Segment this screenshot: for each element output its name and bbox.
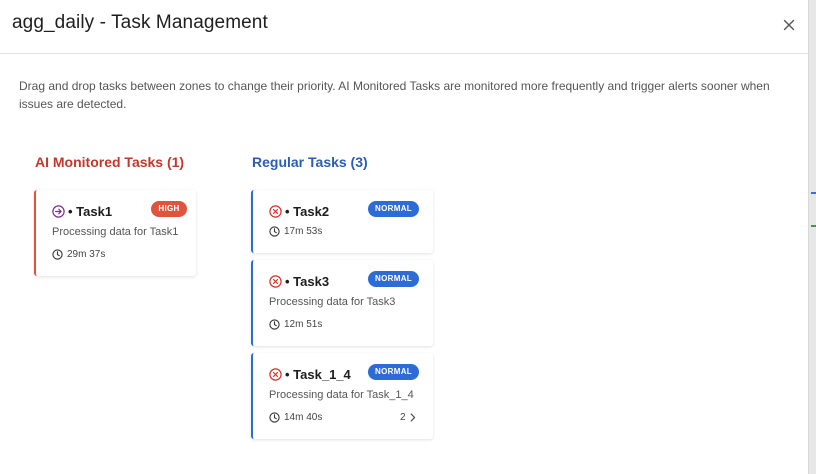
regular-column-title: Regular Tasks (3) xyxy=(252,154,368,170)
task-card-task-1-4[interactable]: • Task_1_4 NORMAL Processing data for Ta… xyxy=(251,353,433,439)
priority-badge: NORMAL xyxy=(368,201,419,217)
task-card-task2[interactable]: • Task2 NORMAL 17m 53s xyxy=(251,190,433,253)
task-name-text: Task1 xyxy=(76,204,113,219)
dialog-description: Drag and drop tasks between zones to cha… xyxy=(19,79,770,111)
task-description: Processing data for Task3 xyxy=(269,296,396,308)
task-name-text: Task2 xyxy=(293,204,330,219)
duration-text: 29m 37s xyxy=(67,249,106,260)
task-duration: 29m 37s xyxy=(52,249,105,260)
priority-badge: HIGH xyxy=(151,201,187,217)
priority-badge: NORMAL xyxy=(368,364,419,380)
arrow-circle-icon xyxy=(52,205,65,221)
task-duration: 12m 51s xyxy=(269,319,322,330)
background-line-marker xyxy=(811,192,816,194)
task-card-task3[interactable]: • Task3 NORMAL Processing data for Task3… xyxy=(251,260,433,346)
close-icon[interactable] xyxy=(780,16,798,34)
priority-badge: NORMAL xyxy=(368,271,419,287)
dialog-title: agg_daily - Task Management xyxy=(12,12,268,33)
clock-icon xyxy=(269,226,280,237)
x-circle-icon xyxy=(269,368,282,384)
task-name: • Task_1_4 xyxy=(269,367,351,384)
dialog-header: agg_daily - Task Management xyxy=(0,0,808,54)
subtask-count: 2 xyxy=(400,412,406,423)
task-description: Processing data for Task1 xyxy=(52,226,179,238)
clock-icon xyxy=(269,412,280,423)
chevron-right-icon xyxy=(410,413,415,422)
task-management-dialog: agg_daily - Task Management Drag and dro… xyxy=(0,0,808,474)
task-description: Processing data for Task_1_4 xyxy=(269,389,414,401)
task-name: • Task3 xyxy=(269,274,329,291)
background-app-edge xyxy=(808,0,816,474)
task-duration: 14m 40s xyxy=(269,412,322,423)
clock-icon xyxy=(269,319,280,330)
background-line-marker xyxy=(811,225,816,227)
ai-column-title: AI Monitored Tasks (1) xyxy=(35,154,185,170)
duration-text: 14m 40s xyxy=(284,412,323,423)
subtask-count-button[interactable]: 2 xyxy=(400,412,416,423)
x-circle-icon xyxy=(269,205,282,221)
clock-icon xyxy=(52,249,63,260)
task-name: • Task1 xyxy=(52,204,112,221)
task-name-text: Task_1_4 xyxy=(293,367,351,382)
task-duration: 17m 53s xyxy=(269,226,322,237)
duration-text: 17m 53s xyxy=(284,226,323,237)
task-name-text: Task3 xyxy=(293,274,330,289)
duration-text: 12m 51s xyxy=(284,319,323,330)
task-card-task1[interactable]: • Task1 HIGH Processing data for Task1 2… xyxy=(34,190,196,276)
x-circle-icon xyxy=(269,275,282,291)
task-name: • Task2 xyxy=(269,204,329,221)
